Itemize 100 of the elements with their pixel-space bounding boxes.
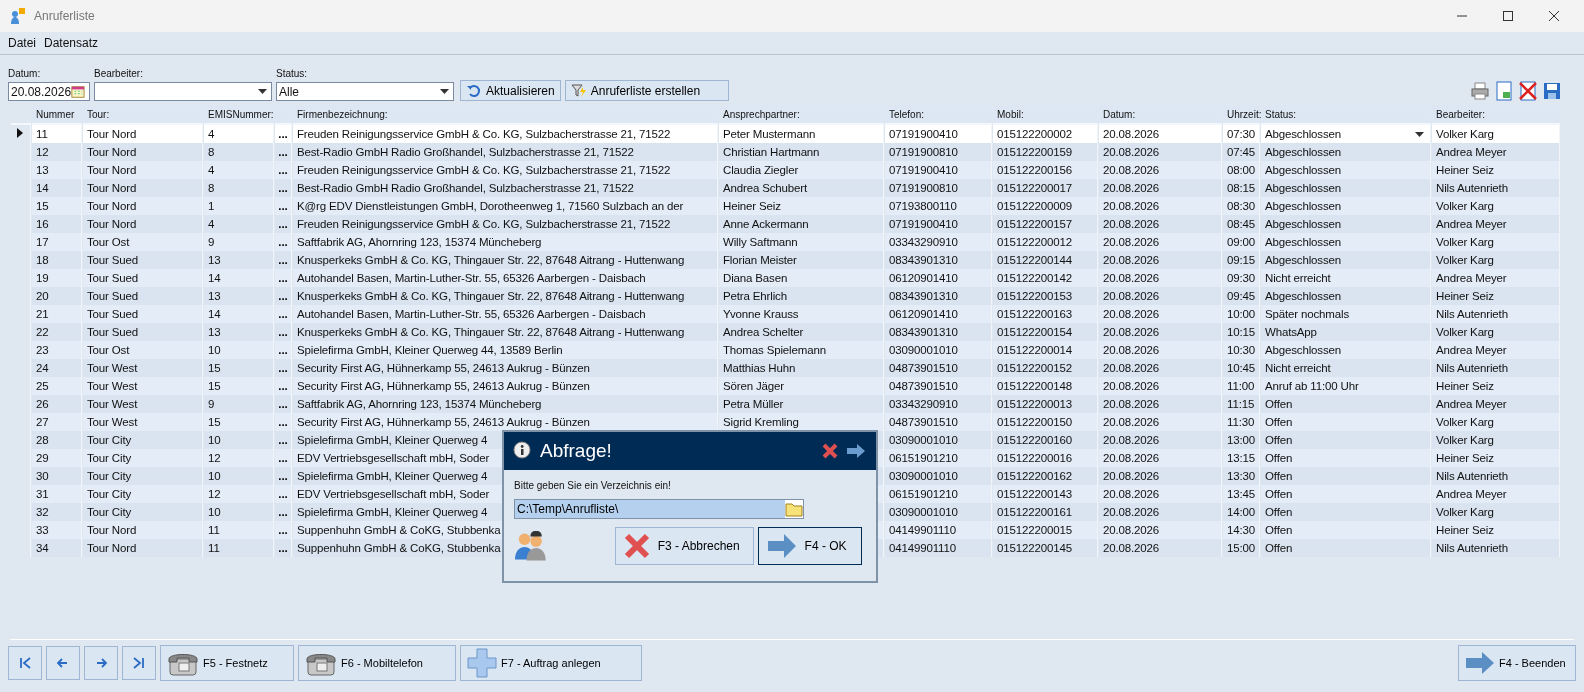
status-dropdown[interactable]: Abgeschlossen <box>1261 125 1431 143</box>
table-cell: 17 <box>32 233 82 251</box>
table-cell: Claudia Ziegler <box>719 161 884 179</box>
navigation-button[interactable] <box>122 646 156 680</box>
table-cell: 015122200154 <box>993 323 1098 341</box>
table-cell: 015122200013 <box>993 395 1098 413</box>
dialog-button[interactable]: F3 - Abbrechen <box>614 527 754 565</box>
more-button[interactable]: ... <box>275 215 291 233</box>
table-cell: Abgeschlossen <box>1261 341 1431 359</box>
navigation-button[interactable] <box>46 646 80 680</box>
printer-icon[interactable] <box>1470 81 1490 101</box>
table-cell: Abgeschlossen <box>1261 143 1431 161</box>
table-cell: 24 <box>32 359 82 377</box>
table-cell: Tour Nord <box>83 125 203 143</box>
arrow-icon[interactable] <box>846 443 866 459</box>
menu-item[interactable]: Datensatz <box>44 36 99 50</box>
function-button[interactable]: F6 - Mobiltelefon <box>298 645 456 681</box>
table-cell: Offen <box>1261 395 1431 413</box>
dropdown[interactable]: Alle <box>276 82 454 101</box>
more-button[interactable]: ... <box>275 161 291 179</box>
table-cell: Offen <box>1261 449 1431 467</box>
more-button[interactable]: ... <box>275 395 291 413</box>
table-cell: 03090001010 <box>885 467 992 485</box>
more-button[interactable]: ... <box>275 305 291 323</box>
more-button[interactable]: ... <box>275 503 291 521</box>
table-cell: 09:30 <box>1223 269 1260 287</box>
table-cell: 015122200157 <box>993 215 1098 233</box>
more-button[interactable]: ... <box>275 233 291 251</box>
table-cell: 14 <box>32 179 82 197</box>
table-cell: Yvonne Krauss <box>719 305 884 323</box>
table-cell: Volker Karg <box>1432 125 1560 143</box>
table-cell: 20.08.2026 <box>1099 179 1222 197</box>
table-cell: 04873901510 <box>885 359 992 377</box>
table-cell: 015122200156 <box>993 161 1098 179</box>
table-cell: 015122200153 <box>993 287 1098 305</box>
table-cell: 1 <box>204 197 274 215</box>
arrow-icon <box>1465 651 1495 675</box>
more-button[interactable]: ... <box>275 287 291 305</box>
function-button[interactable]: F7 - Auftrag anlegen <box>460 645 642 681</box>
table-cell: Tour City <box>83 431 203 449</box>
table-cell: 20 <box>32 287 82 305</box>
maximize-icon[interactable] <box>1502 10 1514 22</box>
more-button[interactable]: ... <box>275 197 291 215</box>
table-cell: 07191900810 <box>885 143 992 161</box>
more-button[interactable]: ... <box>275 449 291 467</box>
table-cell: 26 <box>32 395 82 413</box>
table-cell: Spielefirma GmbH, Kleiner Querweg 44, 13589 Berlin <box>293 341 718 359</box>
more-button[interactable]: ... <box>275 485 291 503</box>
table-cell: 11:30 <box>1223 413 1260 431</box>
table-cell: Volker Karg <box>1432 413 1560 431</box>
document-icon[interactable] <box>1494 81 1514 101</box>
dropdown[interactable] <box>94 82 272 101</box>
function-button[interactable]: F5 - Festnetz <box>160 645 294 681</box>
more-button[interactable]: ... <box>275 539 291 557</box>
more-button[interactable]: ... <box>275 521 291 539</box>
more-button[interactable]: ... <box>275 431 291 449</box>
table-cell: 30 <box>32 467 82 485</box>
table-cell: 20.08.2026 <box>1099 143 1222 161</box>
table-cell: 20.08.2026 <box>1099 323 1222 341</box>
more-button[interactable]: ... <box>275 359 291 377</box>
more-button[interactable]: ... <box>275 179 291 197</box>
table-cell: 015122200014 <box>993 341 1098 359</box>
navigation-button[interactable] <box>8 646 42 680</box>
delete-icon[interactable] <box>1518 81 1538 101</box>
table-cell: 18 <box>32 251 82 269</box>
more-button[interactable]: ... <box>275 143 291 161</box>
exit-button[interactable]: F4 - Beenden <box>1458 645 1576 681</box>
more-button[interactable]: ... <box>275 251 291 269</box>
more-button[interactable]: ... <box>275 269 291 287</box>
more-button[interactable]: ... <box>275 323 291 341</box>
table-cell: Tour West <box>83 359 203 377</box>
table-cell: Tour Nord <box>83 143 203 161</box>
table-cell: 08343901310 <box>885 323 992 341</box>
table-cell: Tour Sued <box>83 251 203 269</box>
more-button[interactable]: ... <box>275 377 291 395</box>
table-cell: Freuden Reinigungsservice GmbH & Co. KG, Sulzbacherstrasse 21, 71522 <box>293 161 718 179</box>
table-cell: 07:30 <box>1223 125 1260 143</box>
save-icon[interactable] <box>1542 81 1562 101</box>
calendar-icon[interactable] <box>71 84 85 99</box>
more-button[interactable]: ... <box>275 413 291 431</box>
table-cell: 20.08.2026 <box>1099 377 1222 395</box>
table-cell: 10:30 <box>1223 341 1260 359</box>
date-field[interactable]: 20.08.2026 <box>8 82 90 101</box>
table-cell: 20.08.2026 <box>1099 305 1222 323</box>
table-cell: Heiner Seiz <box>1432 287 1560 305</box>
dialog-button[interactable]: F4 - OK <box>757 527 862 565</box>
navigation-button[interactable] <box>84 646 118 680</box>
action-button[interactable]: Aktualisieren <box>460 80 561 101</box>
table-cell: Andrea Schelter <box>719 323 884 341</box>
table-cell: 8 <box>204 179 274 197</box>
close-icon[interactable] <box>1548 10 1560 22</box>
action-button[interactable]: Anruferliste erstellen <box>564 80 729 101</box>
more-button[interactable]: ... <box>275 467 291 485</box>
more-button[interactable]: ... <box>275 341 291 359</box>
more-button[interactable]: ... <box>275 125 291 143</box>
table-cell: Tour Nord <box>83 539 203 557</box>
menu-item[interactable]: Datei <box>8 36 36 50</box>
table-cell: Nicht erreicht <box>1261 359 1431 377</box>
table-cell: 015122200162 <box>993 467 1098 485</box>
table-cell: Tour West <box>83 395 203 413</box>
